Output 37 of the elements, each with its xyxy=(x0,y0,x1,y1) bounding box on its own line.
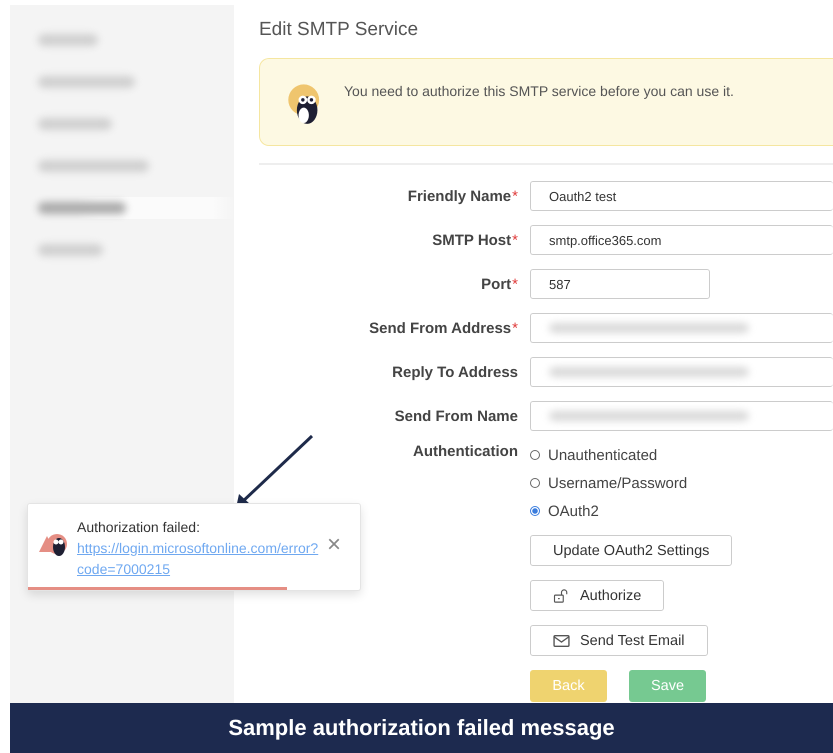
field-label: Send From Name xyxy=(394,408,518,424)
close-button[interactable]: × xyxy=(327,533,342,557)
toast-title: Authorization failed: xyxy=(77,518,201,537)
notice-text: You need to authorize this SMTP service before you can use it. xyxy=(344,83,734,99)
redacted-menu-item[interactable] xyxy=(38,160,149,172)
redacted-menu-item[interactable] xyxy=(38,244,103,256)
field-label: Reply To Address xyxy=(392,364,518,380)
radio-option[interactable]: Unauthenticated xyxy=(530,445,688,465)
field-label: SMTP Host xyxy=(432,232,512,248)
input-field[interactable]: smtp.office365.com xyxy=(530,225,833,255)
required-mark: * xyxy=(512,232,518,248)
page-title: Edit SMTP Service xyxy=(259,19,420,41)
input-field[interactable] xyxy=(530,401,833,431)
input-field[interactable]: 587 xyxy=(530,269,710,299)
field-label: Friendly Name xyxy=(408,188,512,204)
unlocked-padlock-icon xyxy=(553,588,570,602)
action-button[interactable]: Send Test Email xyxy=(530,625,708,656)
required-mark: * xyxy=(512,276,518,292)
input-field[interactable] xyxy=(530,313,833,343)
action-button[interactable]: Authorize xyxy=(530,580,664,611)
field-label: Port xyxy=(481,276,512,292)
redacted-menu-item[interactable] xyxy=(38,76,135,88)
action-button[interactable]: Update OAuth2 Settings xyxy=(530,535,732,566)
envelope-icon xyxy=(553,634,570,648)
radio-option[interactable]: Username/Password xyxy=(530,473,688,493)
required-mark: * xyxy=(512,188,518,204)
required-mark: * xyxy=(512,320,518,336)
input-field[interactable] xyxy=(530,357,833,387)
caption-text: Sample authorization failed message xyxy=(228,715,615,741)
warning-owl-icon xyxy=(38,532,68,558)
radio-option[interactable]: OAuth2 xyxy=(530,501,688,521)
redacted-menu-item[interactable] xyxy=(38,202,126,214)
redacted-menu-item[interactable] xyxy=(38,118,112,130)
redacted-menu-item[interactable] xyxy=(38,34,98,46)
field-label: Authentication xyxy=(412,443,518,460)
field-label: Send From Address xyxy=(369,320,512,336)
input-field[interactable]: Oauth2 test xyxy=(530,181,833,211)
